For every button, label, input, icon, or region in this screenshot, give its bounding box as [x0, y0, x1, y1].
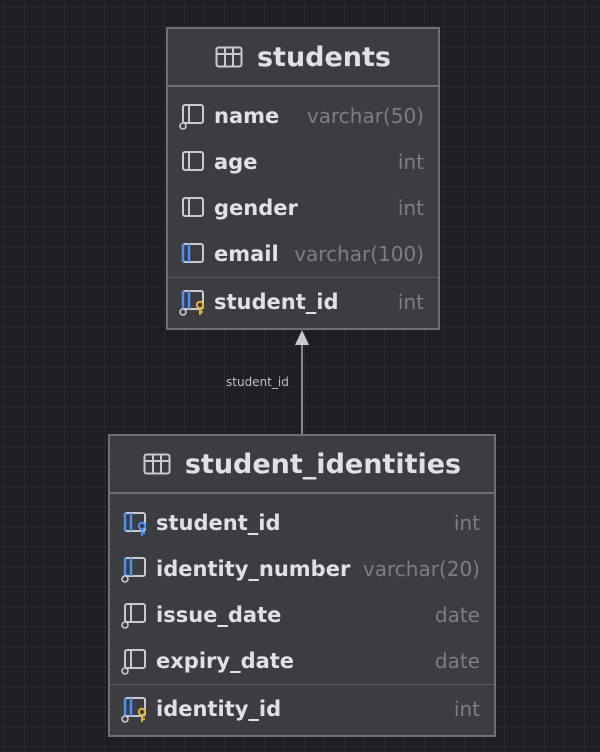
column-row-expiry-date[interactable]: expiry_date date — [110, 638, 494, 684]
table-icon — [215, 46, 243, 68]
column-type: date — [434, 603, 480, 627]
primary-key-icon — [178, 287, 208, 317]
column-nullable-icon — [178, 101, 208, 131]
column-name: student_id — [156, 511, 281, 535]
column-name: name — [214, 104, 280, 128]
column-row-identity-number[interactable]: identity_number varchar(20) — [110, 546, 494, 592]
relationship-arrowhead — [295, 330, 309, 345]
column-type: int — [397, 150, 424, 174]
column-type: int — [453, 511, 480, 535]
column-name: email — [214, 242, 279, 266]
column-type: varchar(100) — [294, 242, 424, 266]
column-row-email[interactable]: email varchar(100) — [168, 231, 438, 277]
column-row-identity-id[interactable]: identity_id int — [110, 684, 494, 732]
entity-title: student_identities — [184, 448, 462, 480]
table-icon — [143, 453, 171, 475]
column-name: gender — [214, 196, 298, 220]
column-type: int — [397, 196, 424, 220]
foreign-key-icon — [120, 508, 150, 538]
column-row-student-id[interactable]: student_id int — [168, 277, 438, 325]
relationship-label: student_id — [226, 375, 289, 389]
primary-key-icon — [120, 694, 150, 724]
column-row-gender[interactable]: gender int — [168, 185, 438, 231]
column-nullable-icon — [120, 646, 150, 676]
column-name: student_id — [214, 289, 339, 314]
column-row-age[interactable]: age int — [168, 139, 438, 185]
column-row-issue-date[interactable]: issue_date date — [110, 592, 494, 638]
column-name: identity_number — [156, 557, 351, 581]
column-type: varchar(50) — [306, 104, 424, 128]
column-type: date — [434, 649, 480, 673]
entity-students[interactable]: students name varchar(50) age int gender… — [166, 27, 440, 330]
column-name: expiry_date — [156, 649, 295, 673]
entity-student-identities[interactable]: student_identities student_id int identi… — [108, 434, 496, 737]
entity-header: student_identities — [110, 436, 494, 494]
column-name: age — [214, 150, 258, 174]
column-type: int — [397, 289, 424, 314]
column-indexed-nullable-icon — [120, 554, 150, 584]
entity-title: students — [256, 41, 392, 73]
column-type: int — [453, 696, 480, 721]
column-indexed-icon — [178, 239, 208, 269]
column-icon — [178, 147, 208, 177]
column-type: varchar(20) — [362, 557, 480, 581]
column-row-name[interactable]: name varchar(50) — [168, 93, 438, 139]
column-name: issue_date — [156, 603, 282, 627]
entity-header: students — [168, 29, 438, 87]
column-icon — [178, 193, 208, 223]
column-nullable-icon — [120, 600, 150, 630]
column-name: identity_id — [156, 696, 282, 721]
column-row-student-id[interactable]: student_id int — [110, 500, 494, 546]
